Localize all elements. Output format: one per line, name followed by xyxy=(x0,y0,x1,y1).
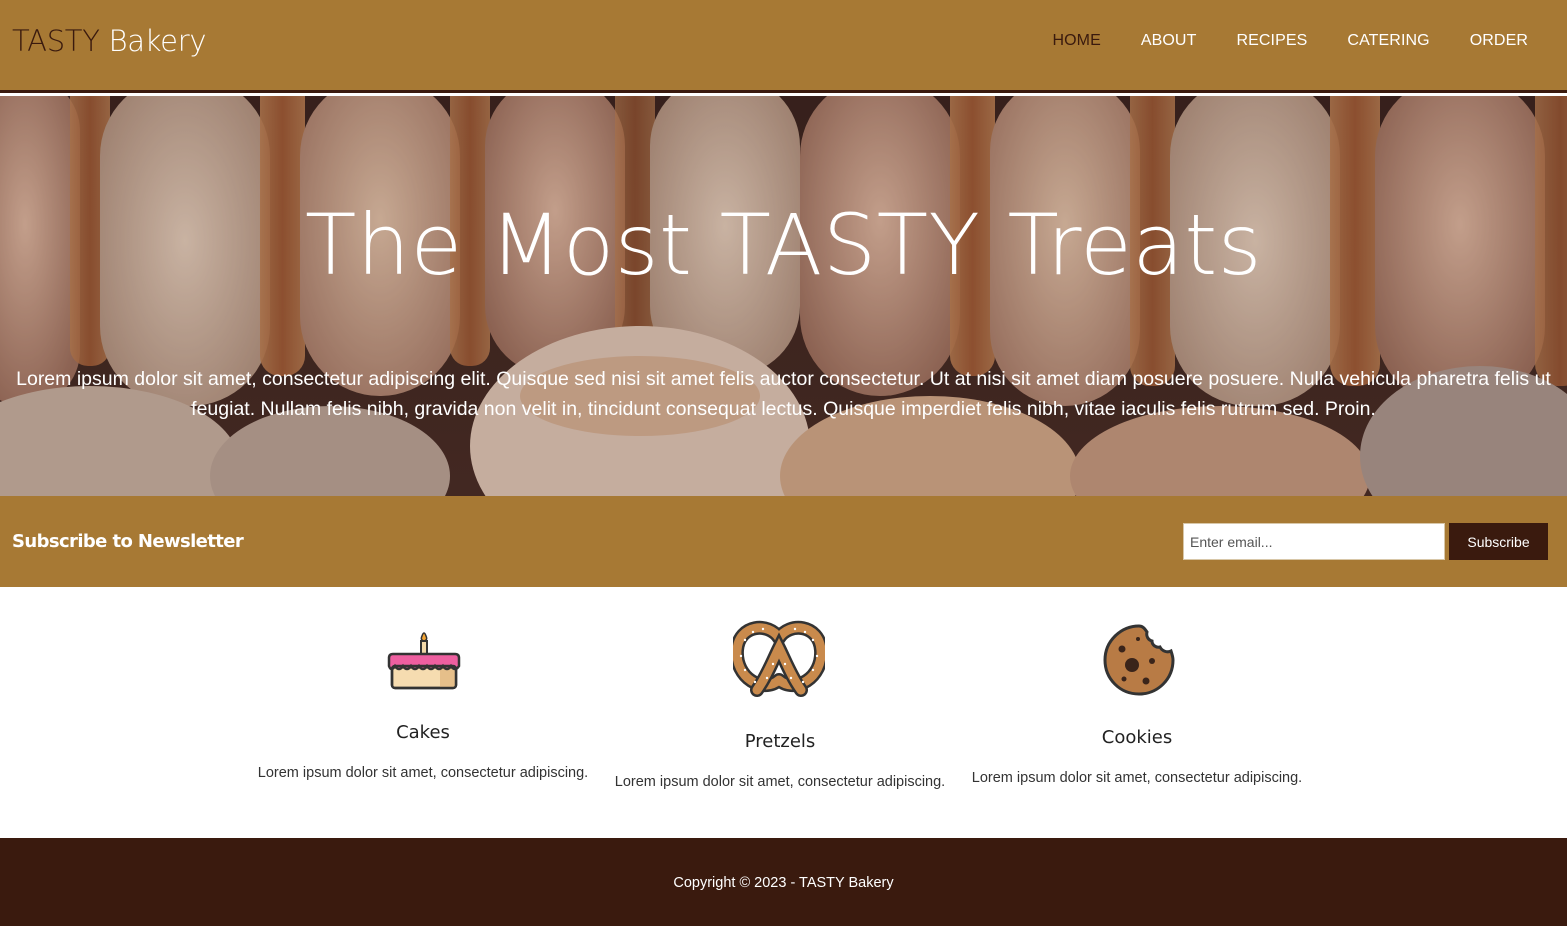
newsletter-title: Subscribe to Newsletter xyxy=(12,531,244,552)
copyright-text: Copyright © 2023 - TASTY Bakery xyxy=(673,875,894,891)
feature-description: Lorem ipsum dolor sit amet, consectetur … xyxy=(614,774,946,790)
newsletter-section: Subscribe to Newsletter Subscribe xyxy=(0,496,1567,587)
email-input[interactable] xyxy=(1183,523,1445,560)
nav-about[interactable]: ABOUT xyxy=(1141,32,1197,50)
feature-description: Lorem ipsum dolor sit amet, consectetur … xyxy=(257,765,589,781)
hero-text: Lorem ipsum dolor sit amet, consectetur … xyxy=(16,368,1551,420)
main-nav: HOME ABOUT RECIPES CATERING ORDER xyxy=(1012,32,1528,50)
feature-name: Cookies xyxy=(1101,727,1173,748)
brand-logo[interactable]: TASTY Bakery xyxy=(12,24,207,58)
pretzel-icon xyxy=(733,620,825,697)
site-header: TASTY Bakery HOME ABOUT RECIPES CATERING… xyxy=(0,0,1567,93)
nav-home[interactable]: HOME xyxy=(1052,32,1100,50)
feature-name: Pretzels xyxy=(744,731,816,752)
feature-name: Cakes xyxy=(396,722,450,743)
cookie-icon xyxy=(1103,624,1175,696)
cake-icon xyxy=(387,632,461,690)
feature-description: Lorem ipsum dolor sit amet, consectetur … xyxy=(971,770,1303,786)
nav-order[interactable]: ORDER xyxy=(1470,32,1528,50)
nav-catering[interactable]: CATERING xyxy=(1347,32,1429,50)
brand-name-part2: Bakery xyxy=(108,24,207,58)
brand-name-part1: TASTY xyxy=(12,24,100,58)
hero-title: The Most TASTY Treats xyxy=(304,196,1263,294)
hero-overlay xyxy=(0,96,1567,496)
subscribe-button[interactable]: Subscribe xyxy=(1449,523,1548,560)
nav-recipes[interactable]: RECIPES xyxy=(1236,32,1307,50)
hero-section: The Most TASTY Treats Lorem ipsum dolor … xyxy=(0,96,1567,496)
site-footer: Copyright © 2023 - TASTY Bakery xyxy=(0,838,1567,926)
